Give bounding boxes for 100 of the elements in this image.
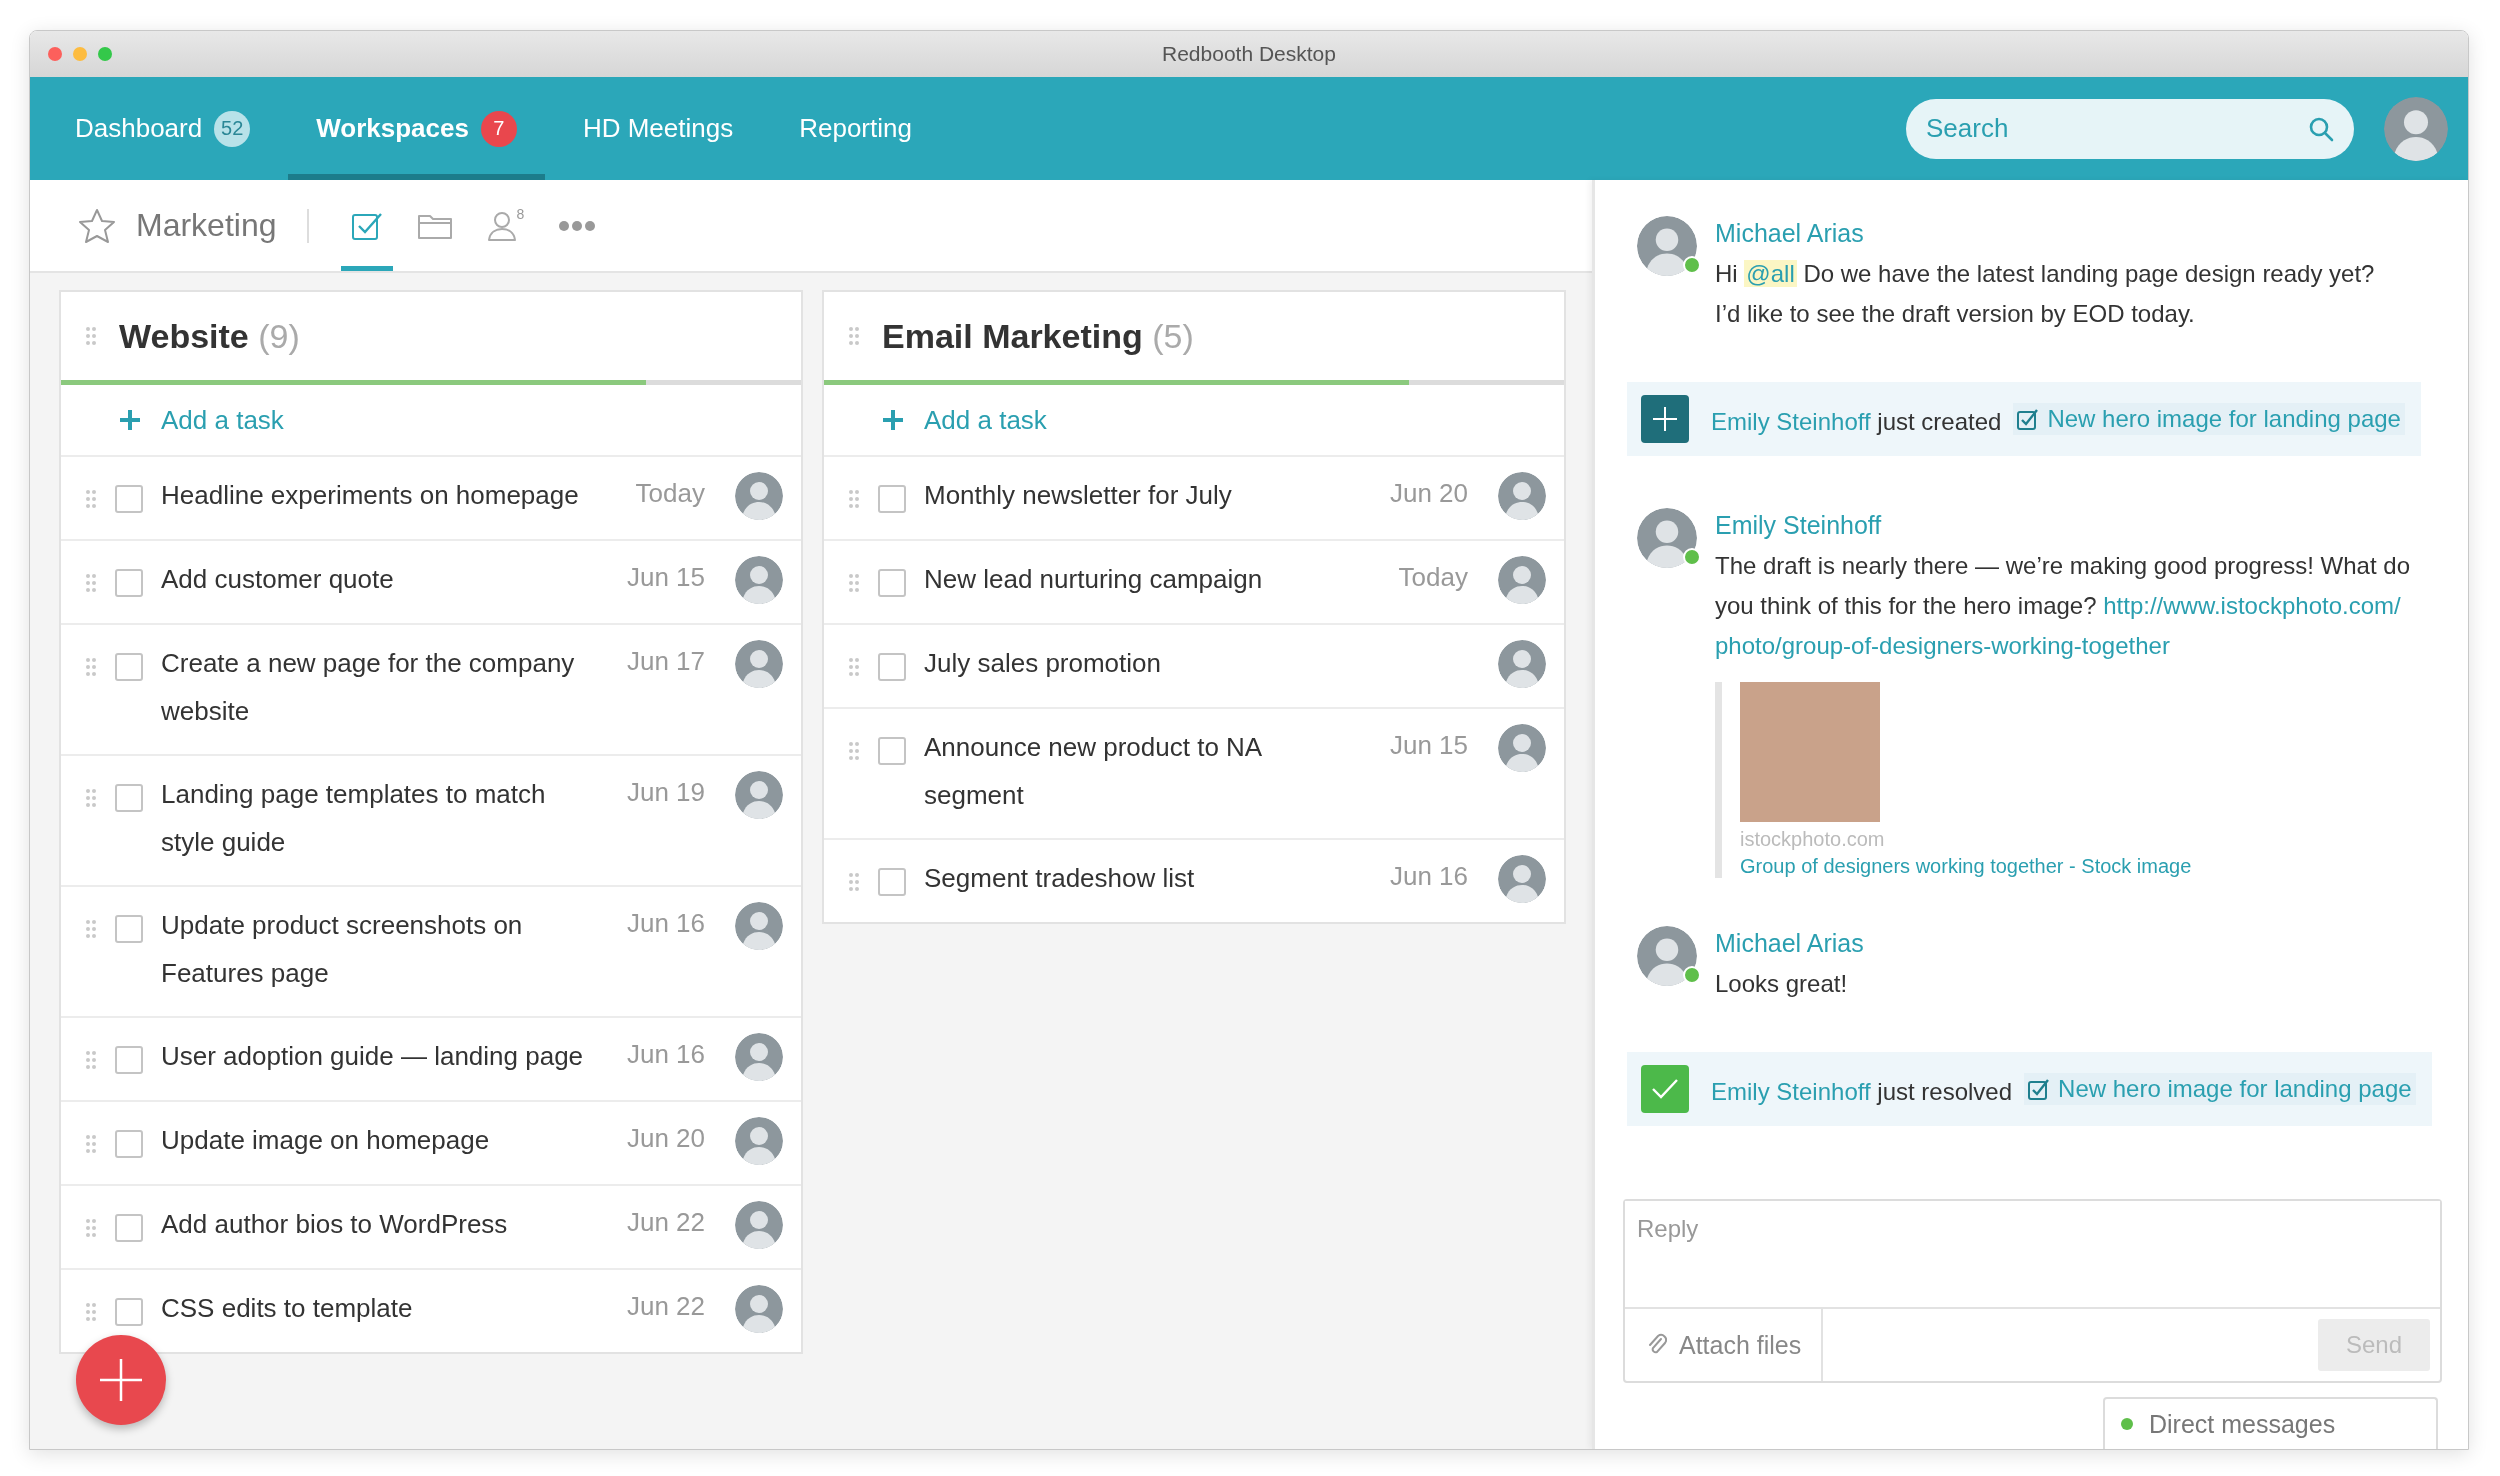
drag-handle-icon[interactable] [85,919,97,939]
task-checkbox[interactable] [115,915,143,943]
task-link[interactable]: New hero image for landing page [2024,1072,2416,1105]
assignee-avatar[interactable] [1498,724,1546,772]
due-date: Jun 15 [1388,730,1468,761]
drag-handle-icon[interactable] [848,657,860,677]
drag-handle-icon[interactable] [848,741,860,761]
author-link[interactable]: Emily Steinhoff [1711,407,1871,435]
task-title[interactable]: Add author bios to WordPress [161,1200,615,1248]
drag-handle-icon[interactable] [85,1218,97,1238]
assignee-avatar[interactable] [735,1201,783,1249]
author-link[interactable]: Emily Steinhoff [1711,1077,1871,1105]
people-view-tab[interactable]: 8 [476,180,535,271]
mention-tag[interactable]: @all [1744,260,1797,287]
user-avatar[interactable] [1637,508,1697,568]
author-name[interactable]: Michael Arias [1715,216,2375,250]
checkbox-icon [2028,1077,2051,1100]
assignee-avatar[interactable] [735,640,783,688]
task-title[interactable]: Headline experiments on homepage [161,471,615,519]
task-title[interactable]: Announce new product to NA segment [924,723,1378,819]
task-checkbox[interactable] [878,485,906,513]
assignee-avatar[interactable] [735,1033,783,1081]
drag-handle-icon[interactable] [85,489,97,509]
task-checkbox[interactable] [115,1298,143,1326]
nav-tab[interactable]: Dashboard 52 [47,77,279,180]
drag-handle-icon[interactable] [85,1134,97,1154]
assignee-avatar[interactable] [735,1117,783,1165]
drag-handle-icon[interactable] [848,326,860,346]
due-date: Today [634,478,705,509]
assignee-avatar[interactable] [735,771,783,819]
count-badge: 7 [480,110,517,147]
task-title[interactable]: Add customer quote [161,555,615,603]
attach-files-button[interactable]: Attach files [1625,1309,1824,1381]
direct-messages-tab[interactable]: Direct messages [2103,1397,2438,1449]
user-avatar[interactable] [1637,926,1697,986]
search-field[interactable]: Search [1906,98,2354,159]
task-checkbox[interactable] [115,653,143,681]
task-checkbox[interactable] [115,1046,143,1074]
task-title[interactable]: Monthly newsletter for July [924,471,1378,519]
assignee-avatar[interactable] [735,472,783,520]
assignee-avatar[interactable] [1498,556,1546,604]
drag-handle-icon[interactable] [85,657,97,677]
assignee-avatar[interactable] [735,902,783,950]
task-title[interactable]: New lead nurturing campaign [924,555,1378,603]
task-checkbox[interactable] [115,784,143,812]
more-icon [558,219,597,232]
add-task-button[interactable]: Add a task [824,385,1564,457]
assignee-avatar[interactable] [735,1285,783,1333]
author-name[interactable]: Emily Steinhoff [1715,508,2430,542]
search-icon[interactable] [2308,115,2334,142]
task-checkbox[interactable] [115,1130,143,1158]
task-title[interactable]: July sales promotion [924,639,1378,687]
task-checkbox[interactable] [878,569,906,597]
assignee-avatar[interactable] [1498,472,1546,520]
task-title[interactable]: Landing page templates to match style guide [161,770,615,866]
drag-handle-icon[interactable] [85,573,97,593]
due-date: Jun 16 [1388,861,1468,892]
photo-placeholder[interactable] [1740,682,1880,822]
task-checkbox[interactable] [115,1214,143,1242]
task-title[interactable]: Update product screenshots on Features page [161,901,615,997]
task-title[interactable]: Segment tradeshow list [924,854,1378,902]
link[interactable]: photo/group-of-designers-working-together [1715,632,2170,659]
person-icon [486,209,519,242]
link[interactable]: http://www.istockphoto.com/ [2103,592,2401,619]
drag-handle-icon[interactable] [848,573,860,593]
task-checkbox[interactable] [878,868,906,896]
due-date: Jun 16 [625,1039,705,1070]
column-title: Website (9) [119,316,300,356]
author-name[interactable]: Michael Arias [1715,926,1864,960]
drag-handle-icon[interactable] [848,872,860,892]
drag-handle-icon[interactable] [848,489,860,509]
task-checkbox[interactable] [115,569,143,597]
task-checkbox[interactable] [878,737,906,765]
preview-title-link[interactable]: Group of designers working together - Stock image [1740,855,2430,878]
task-checkbox[interactable] [878,653,906,681]
drag-handle-icon[interactable] [85,788,97,808]
user-avatar[interactable] [2384,96,2448,161]
task-title[interactable]: User adoption guide — landing page [161,1032,615,1080]
assignee-avatar[interactable] [1498,855,1546,903]
drag-handle-icon[interactable] [85,1050,97,1070]
drag-handle-icon[interactable] [85,326,97,346]
add-task-button[interactable]: Add a task [61,385,801,457]
checkbox-icon [2017,407,2040,430]
task-title[interactable]: CSS edits to template [161,1284,615,1332]
plus-icon [1641,395,1689,443]
task-title[interactable]: Create a new page for the company website [161,639,615,735]
add-button[interactable] [76,1335,166,1425]
nav-tab[interactable]: Reporting [771,77,940,180]
nav-tab[interactable]: HD Meetings [554,77,762,180]
drag-handle-icon[interactable] [85,1302,97,1322]
close-window-button[interactable] [48,47,62,61]
zoom-window-button[interactable] [98,47,112,61]
task-link[interactable]: New hero image for landing page [2013,402,2405,435]
star-icon[interactable] [78,207,116,244]
assignee-avatar[interactable] [735,556,783,604]
user-avatar[interactable] [1637,216,1697,276]
task-checkbox[interactable] [115,485,143,513]
task-title[interactable]: Update image on homepage [161,1116,615,1164]
minimize-window-button[interactable] [73,47,87,61]
assignee-avatar[interactable] [1498,640,1546,688]
